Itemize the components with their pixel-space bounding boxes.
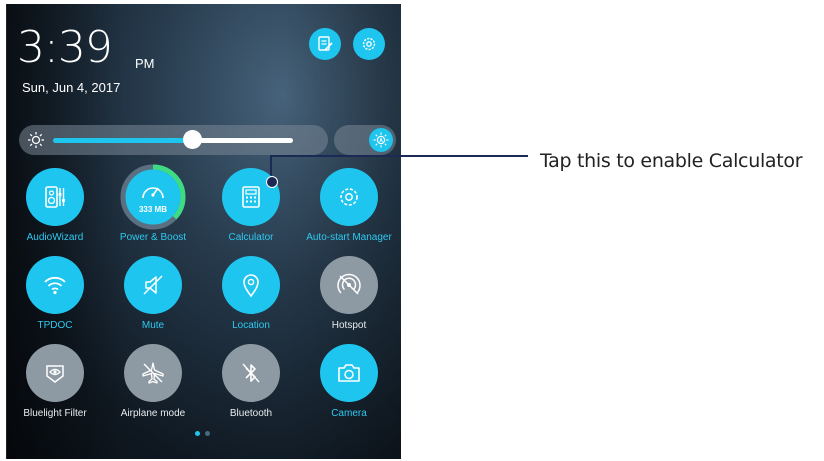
tile-label: AudioWizard (26, 232, 84, 243)
page-dot[interactable] (195, 431, 200, 436)
audiowizard-icon (45, 186, 65, 208)
location-pin-icon (243, 274, 259, 298)
edit-notes-button[interactable] (309, 28, 341, 60)
bluetooth-icon (242, 363, 260, 383)
tile-hotspot[interactable]: Hotspot (301, 256, 397, 331)
tile-wifi[interactable]: TPDOC (7, 256, 103, 331)
wifi-icon (44, 276, 66, 295)
eye-icon (46, 365, 64, 383)
tile-label: Auto-start Manager (306, 232, 392, 243)
tile-button[interactable] (124, 344, 182, 402)
svg-text:A: A (379, 138, 383, 144)
gear-icon (340, 188, 358, 206)
tile-button[interactable] (320, 344, 378, 402)
brightness-slider[interactable] (19, 125, 328, 155)
tile-mute[interactable]: Mute (105, 256, 201, 331)
tile-auto-start-manager[interactable]: Auto-start Manager (301, 168, 397, 243)
tile-button[interactable] (124, 256, 182, 314)
tile-label: TPDOC (37, 320, 73, 331)
callout-line-horizontal (270, 155, 528, 157)
tile-button[interactable] (222, 344, 280, 402)
sun-icon (28, 132, 44, 148)
brightness-thumb[interactable] (183, 130, 203, 149)
tile-label: Airplane mode (120, 408, 186, 419)
tile-button[interactable] (26, 256, 84, 314)
brightness-fill (53, 138, 193, 143)
tile-calculator[interactable]: Calculator (203, 168, 299, 243)
auto-brightness-button[interactable]: A (369, 128, 393, 152)
tile-button[interactable] (26, 168, 84, 226)
settings-gear-icon (362, 37, 376, 51)
date: Sun, Jun 4, 2017 (22, 80, 121, 95)
clock: 3:39 PM (17, 26, 155, 72)
quick-settings-panel: 3:39 PM Sun, Jun 4, 2017 A AudioWizard 3… (6, 4, 401, 459)
tile-label: Mute (141, 320, 165, 331)
clock-ampm: PM (135, 56, 155, 71)
tile-bluetooth[interactable]: Bluetooth (203, 344, 299, 419)
tile-label: Bluetooth (229, 408, 273, 419)
page-indicator (195, 431, 210, 436)
tile-button[interactable]: 333 MB (120, 164, 186, 230)
edit-notes-icon (318, 36, 333, 51)
tile-label: Bluelight Filter (23, 408, 87, 419)
tile-airplane-mode[interactable]: Airplane mode (105, 344, 201, 419)
tile-camera[interactable]: Camera (301, 344, 397, 419)
tile-button[interactable] (26, 344, 84, 402)
tile-location[interactable]: Location (203, 256, 299, 331)
tile-label: Hotspot (331, 320, 367, 331)
tile-button[interactable] (320, 256, 378, 314)
airplane-icon (142, 362, 164, 384)
tile-label: Calculator (228, 232, 274, 243)
auto-brightness-toggle[interactable]: A (334, 125, 396, 155)
mute-icon (143, 275, 163, 295)
tile-audiowizard[interactable]: AudioWizard (7, 168, 103, 243)
tile-button[interactable] (320, 168, 378, 226)
camera-icon (338, 364, 360, 382)
callout-marker (266, 176, 278, 188)
tile-label: Camera (331, 408, 367, 419)
boost-ring (120, 164, 186, 230)
tile-label: Location (232, 320, 270, 331)
hotspot-icon (337, 273, 361, 295)
tile-label: Power & Boost (119, 232, 187, 243)
tile-button[interactable] (222, 256, 280, 314)
auto-brightness-icon: A (373, 132, 389, 148)
boost-memory-badge: 333 MB (138, 205, 167, 214)
clock-time: 3:39 (17, 22, 113, 73)
callout-text: Tap this to enable Calculator (540, 150, 803, 172)
tile-power-boost[interactable]: 333 MB Power & Boost (105, 164, 201, 243)
brightness-remaining (192, 138, 293, 143)
page-dot[interactable] (205, 431, 210, 436)
settings-button[interactable] (353, 28, 385, 60)
tile-bluelight-filter[interactable]: Bluelight Filter (7, 344, 103, 419)
calculator-icon (242, 186, 260, 208)
